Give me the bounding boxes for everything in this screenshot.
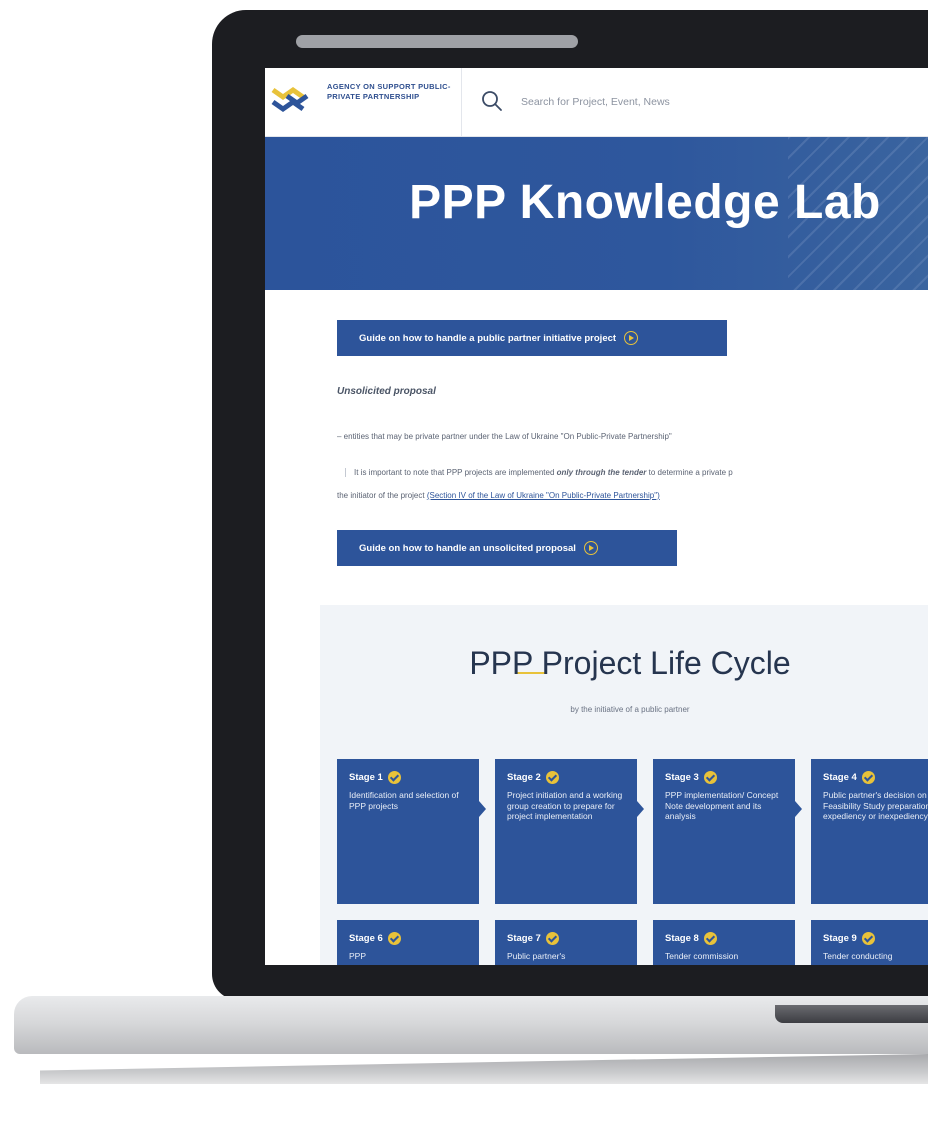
check-icon (545, 932, 559, 945)
stage-description: Tender commission (665, 951, 739, 961)
stage-card-9[interactable]: Stage 9 Tender conducting (811, 920, 928, 965)
stage-card-6[interactable]: Stage 6 PPP (337, 920, 479, 965)
initiator-note-prefix: the initiator of the project (337, 491, 425, 500)
laptop-hinge-notch (775, 1005, 928, 1023)
stage-label: Stage 9 (823, 933, 857, 944)
important-note-emphasis: only through the tender (556, 468, 647, 477)
check-icon (703, 932, 717, 945)
stage-description: PPP implementation/ Concept Note develop… (665, 790, 779, 821)
stage-card-1[interactable]: Stage 1 Identification and selection of … (337, 759, 486, 904)
stage-label: Stage 8 (665, 933, 699, 944)
stage-description: Public partner's (507, 951, 566, 961)
guide-unsolicited-button[interactable]: Guide on how to handle an unsolicited pr… (337, 530, 677, 566)
search-input[interactable] (519, 90, 903, 114)
stage-arrow (795, 801, 802, 817)
header-divider (461, 68, 462, 136)
law-section-link[interactable]: (Section IV of the Law of Ukraine "On Pu… (427, 491, 660, 500)
guide-unsolicited-label: Guide on how to handle an unsolicited pr… (359, 542, 576, 554)
stage-description: Public partner's decision on the Feasibi… (823, 790, 928, 821)
stage-label: Stage 4 (823, 772, 857, 783)
stage-arrow (637, 801, 644, 817)
hero-banner: PPP Knowledge Lab (265, 137, 928, 290)
guide-public-initiative-button[interactable]: Guide on how to handle a public partner … (337, 320, 727, 356)
stage-label: Stage 2 (507, 772, 541, 783)
laptop-front-edge (40, 1054, 928, 1084)
check-icon (387, 771, 401, 784)
stage-label: Stage 1 (349, 772, 383, 783)
entities-note: – entities that may be private partner u… (337, 432, 672, 441)
stage-description: Project initiation and a working group c… (507, 790, 623, 821)
stage-card-2[interactable]: Stage 2 Project initiation and a working… (495, 759, 644, 904)
stage-description: PPP (349, 951, 367, 961)
stage-card-7[interactable]: Stage 7 Public partner's (495, 920, 637, 965)
site-header: AGENCY ON SUPPORT PUBLIC-PRIVATE PARTNER… (265, 68, 928, 137)
agency-name[interactable]: AGENCY ON SUPPORT PUBLIC-PRIVATE PARTNER… (327, 82, 457, 102)
unsolicited-heading: Unsolicited proposal (337, 386, 436, 397)
important-note: It is important to note that PPP project… (337, 468, 928, 478)
stage-description: Identification and selection of PPP proj… (349, 790, 459, 811)
check-icon (545, 771, 559, 784)
search-icon[interactable] (480, 89, 504, 113)
stage-arrow (479, 801, 486, 817)
stage-card-8[interactable]: Stage 8 Tender commission (653, 920, 795, 965)
check-icon (387, 932, 401, 945)
stage-label: Stage 7 (507, 933, 541, 944)
guide-public-initiative-label: Guide on how to handle a public partner … (359, 332, 617, 344)
stage-description: Tender conducting (823, 951, 893, 961)
arrow-right-circle-icon (624, 331, 639, 345)
check-icon (703, 771, 717, 784)
important-note-prefix: It is important to note that PPP project… (354, 468, 555, 477)
arrow-right-circle-icon (583, 541, 598, 555)
check-icon (861, 771, 875, 784)
lifecycle-title: PPP Project Life Cycle (469, 645, 791, 681)
browser-screen: AGENCY ON SUPPORT PUBLIC-PRIVATE PARTNER… (265, 68, 928, 965)
stage-card-3[interactable]: Stage 3 PPP implementation/ Concept Note… (653, 759, 802, 904)
lifecycle-section: PPP Project Life Cycle by the initiative… (320, 605, 928, 965)
camera-bar (296, 35, 578, 48)
initiator-note: the initiator of the project (Section IV… (337, 491, 660, 500)
important-note-suffix: to determine a private p (648, 468, 733, 477)
stage-label: Stage 3 (665, 772, 699, 783)
stage-card-4[interactable]: Stage 4 Public partner's decision on the… (811, 759, 928, 904)
agency-logo-icon[interactable] (271, 84, 311, 114)
quote-bar (345, 468, 346, 478)
lifecycle-subtitle: by the initiative of a public partner (570, 705, 690, 714)
page-title: PPP Knowledge Lab (409, 176, 881, 229)
stage-label: Stage 6 (349, 933, 383, 944)
check-icon (861, 932, 875, 945)
